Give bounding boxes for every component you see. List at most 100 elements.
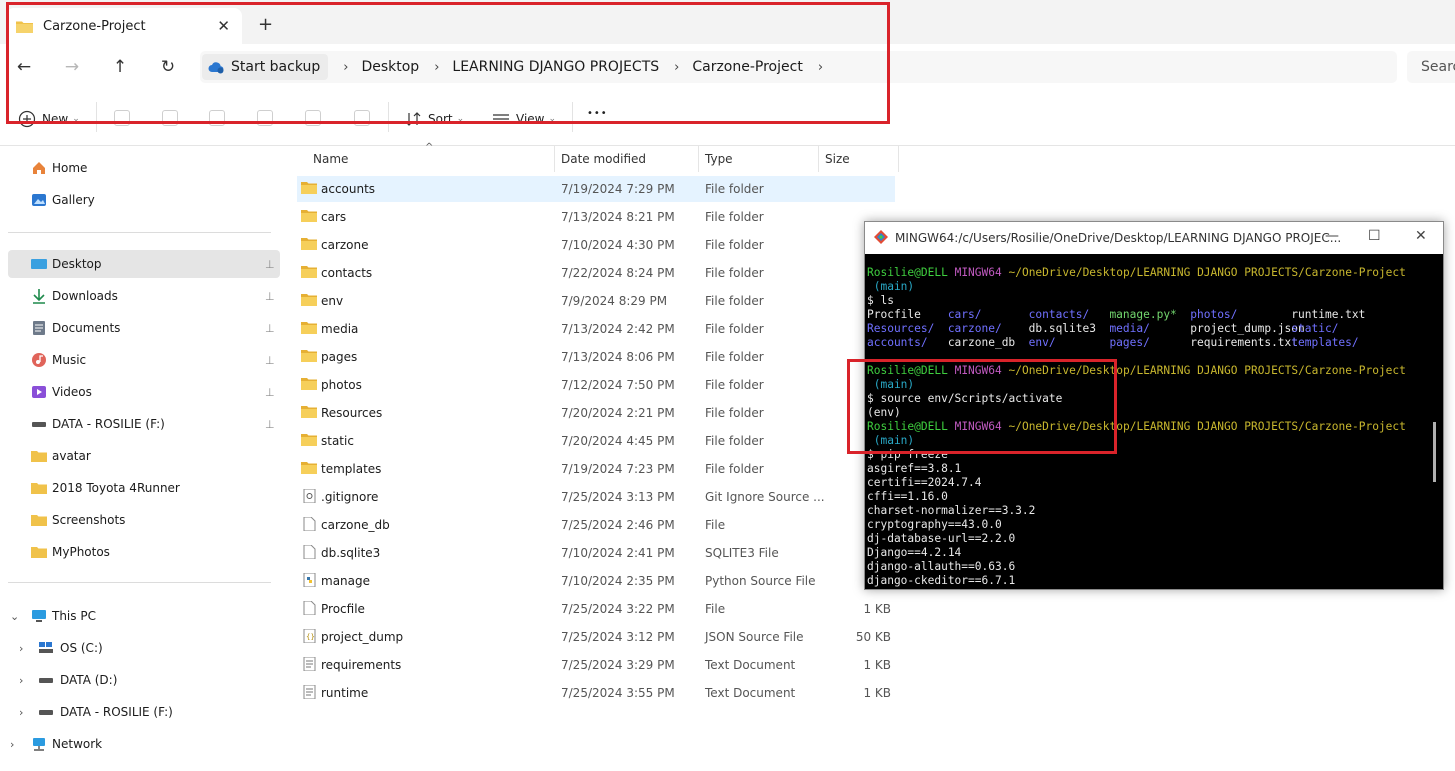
cut-icon[interactable] (114, 110, 130, 126)
chevron-right-icon[interactable]: › (19, 706, 23, 719)
pin-icon[interactable]: ⊥ (265, 322, 275, 335)
new-tab-button[interactable]: + (258, 16, 273, 34)
sidebar-item-data-rosilie-f[interactable]: DATA - ROSILIE (F:) ⊥ (0, 410, 280, 438)
chevron-right-icon[interactable]: › (674, 60, 679, 75)
pin-icon[interactable]: ⊥ (265, 418, 275, 431)
sidebar-item-documents[interactable]: Documents ⊥ (0, 314, 280, 342)
file-row-gitignore[interactable]: .gitignore 7/25/2024 3:13 PM Git Ignore So… (297, 484, 895, 510)
pin-icon[interactable]: ⊥ (265, 354, 275, 367)
terminal-text: django-allauth==0.63.6 (867, 560, 1016, 573)
terminal-titlebar[interactable]: MINGW64:/c/Users/Rosilie/OneDrive/Deskto… (865, 222, 1443, 254)
start-backup-button[interactable]: Start backup (202, 54, 329, 80)
share-icon[interactable] (305, 110, 321, 126)
chevron-right-icon[interactable]: › (434, 60, 439, 75)
sidebar-item-2018-toyota-4runner[interactable]: 2018 Toyota 4Runner (0, 474, 280, 502)
column-divider[interactable] (898, 146, 899, 172)
address-bar[interactable]: Start backup › Desktop › LEARNING DJANGO… (200, 51, 1397, 83)
pin-icon[interactable]: ⊥ (265, 290, 275, 303)
rename-icon[interactable] (257, 110, 273, 126)
close-button[interactable]: ✕ (1415, 228, 1427, 244)
delete-icon[interactable] (354, 110, 370, 126)
file-row-carzone[interactable]: carzone 7/10/2024 4:30 PM File folder (297, 232, 895, 258)
column-header-date[interactable]: Date modified (561, 146, 646, 172)
videos-icon (32, 386, 46, 398)
chevron-right-icon[interactable]: › (343, 60, 348, 75)
more-options-button[interactable]: ••• (587, 108, 608, 119)
back-button[interactable]: ← (12, 56, 36, 78)
chevron-right-icon[interactable]: › (19, 642, 23, 655)
sidebar-item-gallery[interactable]: Gallery (0, 186, 280, 214)
new-button[interactable]: New ⌄ (18, 110, 80, 128)
sidebar-item-downloads[interactable]: Downloads ⊥ (0, 282, 280, 310)
file-row-requirements[interactable]: requirements 7/25/2024 3:29 PM Text Docume… (297, 652, 895, 678)
breadcrumb-learning-django-projects[interactable]: LEARNING DJANGO PROJECTS (452, 59, 659, 75)
sidebar-item-data-d[interactable]: › DATA (D:) (0, 666, 280, 694)
file-row-carzone-db[interactable]: carzone_db7/25/2024 2:46 PMFile24 (297, 512, 895, 538)
up-button[interactable]: ↑ (108, 56, 132, 78)
folder-icon (301, 210, 317, 222)
sidebar-item-avatar[interactable]: avatar (0, 442, 280, 470)
music-icon (32, 353, 46, 367)
column-header-name[interactable]: Name (313, 146, 348, 172)
ls-entry: photos/ (1190, 308, 1238, 321)
file-row-photos[interactable]: photos 7/12/2024 7:50 PM File folder (297, 372, 895, 398)
file-row-pages[interactable]: pages 7/13/2024 8:06 PM File folder (297, 344, 895, 370)
column-divider[interactable] (698, 146, 699, 172)
sidebar-item-os-c[interactable]: › OS (C:) (0, 634, 280, 662)
file-row-cars[interactable]: cars 7/13/2024 8:21 PM File folder (297, 204, 895, 230)
copy-icon[interactable] (162, 110, 178, 126)
tab-carzone-project[interactable]: Carzone-Project ✕ (6, 8, 242, 44)
file-name: photos (321, 378, 362, 392)
file-name: env (321, 294, 344, 308)
forward-button[interactable]: → (60, 56, 84, 78)
maximize-button[interactable]: ☐ (1368, 228, 1381, 244)
file-row-project-dump[interactable]: {} project_dump 7/25/2024 3:12 PM JSON Sour… (297, 624, 895, 650)
chevron-down-icon[interactable]: ⌄ (10, 610, 19, 623)
sidebar-item-music[interactable]: Music ⊥ (0, 346, 280, 374)
sidebar-item-videos[interactable]: Videos ⊥ (0, 378, 280, 406)
close-tab-icon[interactable]: ✕ (217, 17, 230, 35)
column-divider[interactable] (554, 146, 555, 172)
search-input[interactable]: Search (1407, 51, 1455, 83)
sidebar-item-this-pc[interactable]: ⌄ This PC (0, 602, 280, 630)
terminal-scrollbar[interactable] (1433, 422, 1436, 482)
chevron-right-icon[interactable]: › (818, 60, 823, 75)
file-row-manage[interactable]: manage 7/10/2024 2:35 PM Python Source Fil… (297, 568, 895, 594)
view-button[interactable]: View ⌄ (492, 110, 556, 128)
file-row-db-sqlite3[interactable]: db.sqlite3 7/10/2024 2:41 PM SQLITE3 File (297, 540, 895, 566)
breadcrumb-carzone-project[interactable]: Carzone-Project (692, 59, 802, 75)
minimize-button[interactable]: — (1325, 228, 1339, 244)
file-row-accounts[interactable]: accounts 7/19/2024 7:29 PM File folder (297, 176, 895, 202)
column-header-size[interactable]: Size (825, 146, 850, 172)
ls-entry: Procfile (867, 308, 921, 321)
file-row-runtime[interactable]: runtime 7/25/2024 3:55 PM Text Document 1 K… (297, 680, 895, 706)
chevron-right-icon[interactable]: › (19, 674, 23, 687)
pin-icon[interactable]: ⊥ (265, 386, 275, 399)
terminal-output[interactable]: Rosilie@DELL MINGW64 ~/OneDrive/Desktop/… (867, 266, 1427, 589)
file-row-procfile[interactable]: Procfile 7/25/2024 3:22 PM File 1 KB (297, 596, 895, 622)
paste-icon[interactable] (209, 110, 225, 126)
file-type: File folder (705, 294, 764, 308)
file-row-resources[interactable]: Resources 7/20/2024 2:21 PM File folder (297, 400, 895, 426)
sidebar-item-network[interactable]: › Network (0, 730, 280, 758)
sidebar-item-screenshots[interactable]: Screenshots (0, 506, 280, 534)
breadcrumb-desktop[interactable]: Desktop (361, 59, 419, 75)
column-divider[interactable] (818, 146, 819, 172)
file-row-env[interactable]: env 7/9/2024 8:29 PM File folder (297, 288, 895, 314)
sidebar-item-home[interactable]: Home (0, 154, 280, 182)
terminal-window[interactable]: MINGW64:/c/Users/Rosilie/OneDrive/Deskto… (864, 221, 1444, 590)
sidebar-item-desktop[interactable]: Desktop ⊥ (8, 250, 280, 278)
file-row-templates[interactable]: templates 7/19/2024 7:23 PM File folder (297, 456, 895, 482)
sidebar-item-label: DATA (D:) (60, 673, 118, 687)
sidebar-item-myphotos[interactable]: MyPhotos (0, 538, 280, 566)
chevron-right-icon[interactable]: › (10, 738, 14, 751)
sidebar-item-data-rosilie-f-drive[interactable]: › DATA - ROSILIE (F:) (0, 698, 280, 726)
pin-icon[interactable]: ⊥ (265, 258, 275, 271)
sort-button[interactable]: Sort ⌄ (404, 110, 464, 128)
file-row-media[interactable]: media 7/13/2024 2:42 PM File folder (297, 316, 895, 342)
file-row-static[interactable]: static 7/20/2024 4:45 PM File folder (297, 428, 895, 454)
file-row-contacts[interactable]: contacts 7/22/2024 8:24 PM File folder (297, 260, 895, 286)
refresh-button[interactable]: ↻ (156, 56, 180, 78)
prompt-path: ~/OneDrive/Desktop/LEARNING DJANGO PROJE… (1008, 266, 1406, 279)
column-header-type[interactable]: Type (705, 146, 733, 172)
